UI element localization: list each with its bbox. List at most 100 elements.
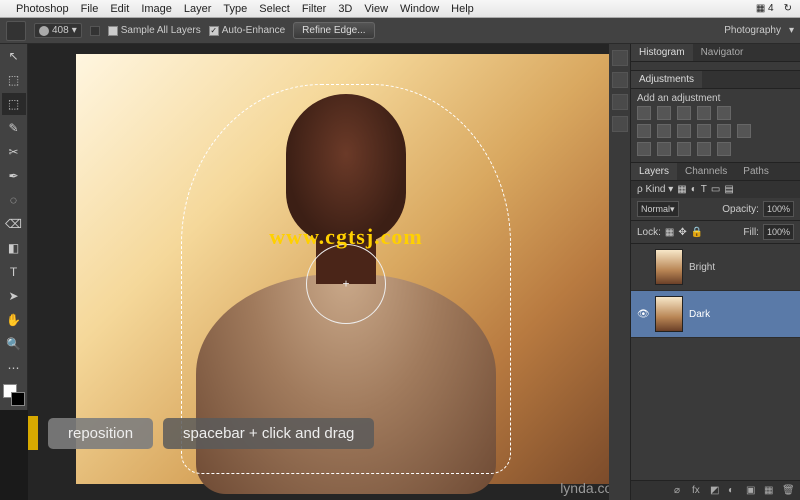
active-tool-icon[interactable]: [6, 21, 26, 41]
menu-layer[interactable]: Layer: [184, 3, 212, 15]
filter-adjust-icon[interactable]: ◐: [691, 184, 697, 195]
bw-icon[interactable]: [677, 124, 691, 138]
opacity-field[interactable]: 100%: [763, 201, 794, 217]
gradient-map-icon[interactable]: [697, 142, 711, 156]
selective-color-icon[interactable]: [717, 142, 731, 156]
sample-all-layers-check[interactable]: Sample All Layers: [108, 25, 201, 36]
layer-row[interactable]: Bright: [631, 244, 800, 291]
layer-style-icon[interactable]: fx: [692, 485, 704, 497]
color-balance-icon[interactable]: [657, 124, 671, 138]
lock-all-icon[interactable]: 🔒: [691, 227, 703, 238]
collapsed-panel-icon[interactable]: [612, 116, 628, 132]
refine-edge-button[interactable]: Refine Edge...: [293, 22, 374, 39]
curves-icon[interactable]: [677, 106, 691, 120]
collapsed-panel-icon[interactable]: [612, 50, 628, 66]
brush-mode-dropdown[interactable]: [90, 26, 100, 36]
layers-blend-row: Normal ▾ Opacity: 100%: [631, 198, 800, 221]
brush-size-value: 408: [52, 25, 69, 36]
menu-3d[interactable]: 3D: [338, 3, 352, 15]
auto-enhance-check[interactable]: ✓ Auto-Enhance: [209, 25, 285, 36]
menu-image[interactable]: Image: [141, 3, 172, 15]
lock-label: Lock:: [637, 227, 661, 238]
menu-type[interactable]: Type: [223, 3, 247, 15]
status-badge: ▦ 4: [756, 3, 774, 14]
layer-thumbnail[interactable]: [655, 296, 683, 332]
workspace-switcher[interactable]: Photography: [724, 25, 781, 36]
menu-window[interactable]: Window: [400, 3, 439, 15]
eraser-tool[interactable]: ⌫: [2, 213, 26, 235]
visibility-icon[interactable]: 👁: [637, 309, 649, 320]
background-swatch[interactable]: [11, 392, 25, 406]
tip-overlay: reposition spacebar + click and drag: [28, 416, 374, 450]
menu-file[interactable]: File: [81, 3, 99, 15]
tab-paths[interactable]: Paths: [735, 163, 777, 180]
type-tool[interactable]: T: [2, 261, 26, 283]
quick-select-tool[interactable]: ⬚: [2, 93, 26, 115]
opacity-label: Opacity:: [722, 204, 759, 215]
more-tools[interactable]: ⋯: [2, 357, 26, 379]
new-adjustment-icon[interactable]: ◐: [728, 485, 740, 497]
tab-channels[interactable]: Channels: [677, 163, 735, 180]
photo-filter-icon[interactable]: [697, 124, 711, 138]
link-layers-icon[interactable]: ⌀: [674, 485, 686, 497]
color-lookup-icon[interactable]: [737, 124, 751, 138]
path-tool[interactable]: ➤: [2, 285, 26, 307]
lock-position-icon[interactable]: ✥: [678, 227, 686, 238]
new-group-icon[interactable]: ▣: [746, 485, 758, 497]
hand-tool[interactable]: ✋: [2, 309, 26, 331]
tab-navigator[interactable]: Navigator: [693, 44, 752, 61]
move-tool[interactable]: ↖: [2, 45, 26, 67]
filter-pixel-icon[interactable]: ▦: [677, 184, 686, 195]
collapsed-panel-icon[interactable]: [612, 94, 628, 110]
layer-row[interactable]: 👁 Dark: [631, 291, 800, 338]
sync-icon[interactable]: ↻: [784, 3, 792, 14]
collapsed-panel-icon[interactable]: [612, 72, 628, 88]
channel-mixer-icon[interactable]: [717, 124, 731, 138]
layer-name[interactable]: Dark: [689, 309, 710, 320]
eyedropper-tool[interactable]: ✂: [2, 141, 26, 163]
filter-shape-icon[interactable]: ▭: [711, 184, 720, 195]
posterize-icon[interactable]: [657, 142, 671, 156]
collapsed-panel-icons: [609, 44, 631, 500]
brush-tool[interactable]: ✒: [2, 165, 26, 187]
levels-icon[interactable]: [657, 106, 671, 120]
brightness-icon[interactable]: [637, 106, 651, 120]
vibrance-icon[interactable]: [717, 106, 731, 120]
crop-tool[interactable]: ✎: [2, 117, 26, 139]
layer-name[interactable]: Bright: [689, 262, 715, 273]
filter-smart-icon[interactable]: ▤: [724, 184, 733, 195]
zoom-tool[interactable]: 🔍: [2, 333, 26, 355]
blend-mode-select[interactable]: Normal ▾: [637, 201, 679, 217]
invert-icon[interactable]: [637, 142, 651, 156]
gradient-tool[interactable]: ◧: [2, 237, 26, 259]
tab-histogram[interactable]: Histogram: [631, 44, 693, 61]
menu-filter[interactable]: Filter: [302, 3, 326, 15]
new-layer-icon[interactable]: ▦: [764, 485, 776, 497]
hue-icon[interactable]: [637, 124, 651, 138]
exposure-icon[interactable]: [697, 106, 711, 120]
color-swatches[interactable]: [3, 384, 25, 406]
tab-layers[interactable]: Layers: [631, 163, 677, 180]
menu-select[interactable]: Select: [259, 3, 290, 15]
filter-type-icon[interactable]: T: [701, 184, 707, 195]
menu-view[interactable]: View: [364, 3, 388, 15]
sample-all-label: Sample All Layers: [121, 25, 201, 36]
clone-tool[interactable]: ◌: [2, 189, 26, 211]
menu-photoshop[interactable]: Photoshop: [16, 3, 69, 15]
layer-thumbnail[interactable]: [655, 249, 683, 285]
lock-pixels-icon[interactable]: ▦: [665, 227, 674, 238]
fill-field[interactable]: 100%: [763, 224, 794, 240]
checkbox-icon: ✓: [209, 26, 219, 36]
trash-icon[interactable]: 🗑: [782, 485, 794, 497]
menu-edit[interactable]: Edit: [110, 3, 129, 15]
brush-preview-dot: [39, 26, 49, 36]
brush-size-chip[interactable]: 408 ▾: [34, 23, 82, 38]
layer-mask-icon[interactable]: ◩: [710, 485, 722, 497]
tab-adjustments[interactable]: Adjustments: [631, 71, 702, 88]
menu-help[interactable]: Help: [451, 3, 474, 15]
marquee-tool[interactable]: ⬚: [2, 69, 26, 91]
brush-cursor: [306, 244, 386, 324]
layer-filter-kind[interactable]: ρ Kind ▾: [637, 184, 673, 195]
adjustments-panel-tabs: Adjustments: [631, 71, 800, 89]
threshold-icon[interactable]: [677, 142, 691, 156]
